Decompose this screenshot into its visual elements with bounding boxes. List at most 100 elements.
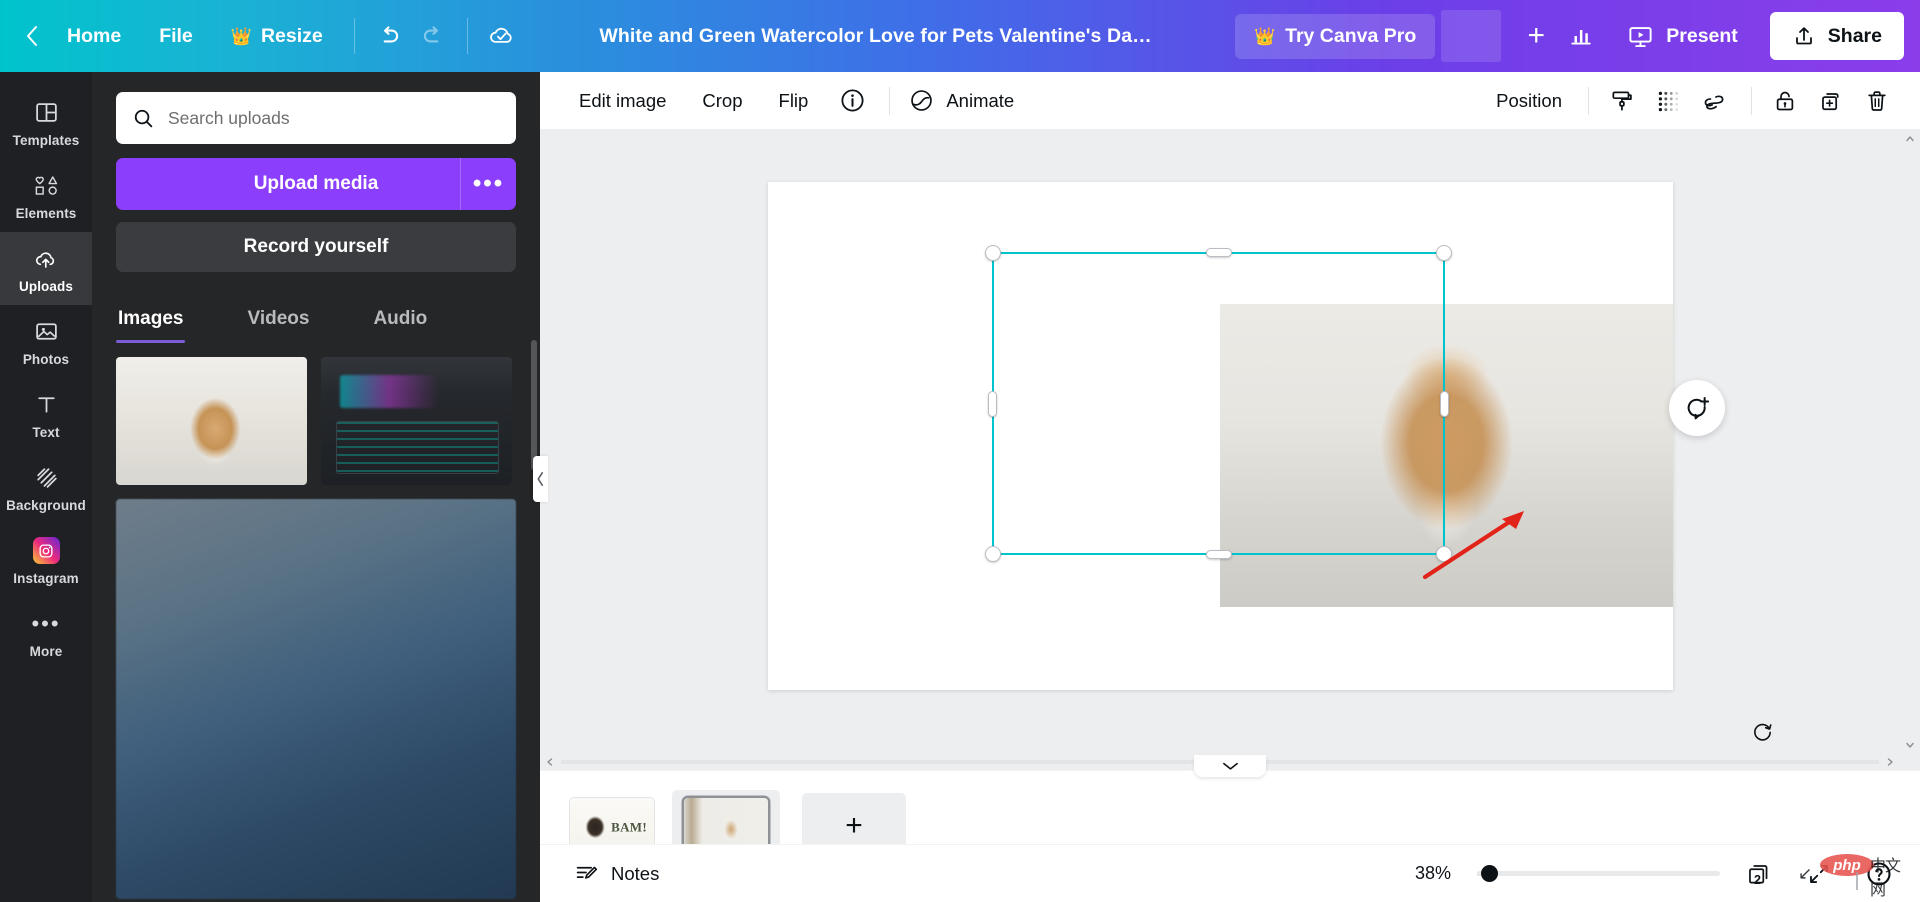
sidebar-item-text[interactable]: Text	[0, 378, 92, 451]
sidebar-item-photos[interactable]: Photos	[0, 305, 92, 378]
upload-options-button[interactable]: •••	[460, 158, 516, 210]
cloud-saved-status[interactable]	[480, 14, 524, 58]
back-button[interactable]	[14, 0, 48, 72]
collapse-panel-button[interactable]	[533, 456, 548, 502]
scroll-up-icon	[1905, 134, 1915, 144]
image-info-button[interactable]	[831, 80, 873, 122]
file-label: File	[159, 25, 193, 48]
help-question-icon	[1865, 860, 1893, 888]
edit-image-button[interactable]: Edit image	[566, 81, 679, 121]
canvas-viewport[interactable]	[540, 130, 1920, 770]
trash-icon	[1864, 88, 1890, 114]
insights-button[interactable]	[1559, 14, 1603, 58]
duplicate-button[interactable]	[1810, 80, 1852, 122]
add-comment-icon	[1683, 394, 1712, 423]
resize-button[interactable]: 👑 Resize	[216, 16, 338, 57]
notes-pencil-icon	[574, 861, 599, 886]
document-title[interactable]: White and Green Watercolor Love for Pets…	[524, 25, 1235, 48]
avatar-placeholder	[1441, 10, 1501, 62]
paint-roller-icon	[1609, 88, 1635, 114]
search-uploads-box[interactable]	[116, 92, 516, 144]
element-toolbar-divider-2	[1588, 87, 1589, 115]
share-button[interactable]: Share	[1770, 12, 1904, 60]
try-canva-pro-button[interactable]: 👑 Try Canva Pro	[1235, 14, 1435, 59]
present-button[interactable]: Present	[1609, 12, 1756, 61]
tab-label: Images	[118, 308, 183, 329]
resize-handle-bottom-left[interactable]	[985, 546, 1001, 562]
chevron-down-icon	[1222, 761, 1239, 771]
canvas-vertical-scrollbar[interactable]	[1900, 130, 1920, 754]
info-circle-icon	[839, 87, 866, 114]
zoom-slider[interactable]	[1477, 865, 1720, 883]
resize-label: Resize	[261, 25, 323, 48]
sidebar-item-label: Uploads	[19, 279, 73, 294]
resize-handle-right[interactable]	[1440, 391, 1449, 417]
fullscreen-button[interactable]	[1798, 853, 1840, 895]
sidebar-item-background[interactable]: Background	[0, 451, 92, 524]
notes-label: Notes	[611, 863, 659, 885]
animate-button[interactable]: Animate	[902, 78, 1027, 123]
sidebar-item-label: Elements	[16, 206, 77, 221]
search-input[interactable]	[168, 108, 500, 129]
tab-label: Audio	[373, 308, 427, 329]
delete-button[interactable]	[1856, 80, 1898, 122]
link-button[interactable]	[1693, 80, 1735, 122]
upload-media-label: Upload media	[254, 173, 379, 195]
uploads-tabs: Images Videos Audio	[116, 298, 516, 343]
sidebar-item-templates[interactable]: Templates	[0, 86, 92, 159]
transparency-button[interactable]	[1647, 80, 1689, 122]
position-button[interactable]: Position	[1482, 81, 1576, 121]
collapse-pages-strip-button[interactable]	[1194, 755, 1266, 777]
undo-button[interactable]	[367, 14, 411, 58]
pro-label: Try Canva Pro	[1285, 25, 1416, 48]
lock-button[interactable]	[1764, 80, 1806, 122]
sidebar-item-label: Background	[6, 498, 86, 513]
resize-handle-left[interactable]	[988, 391, 997, 417]
toolbar-divider-2	[467, 18, 468, 54]
tab-audio[interactable]: Audio	[371, 298, 429, 343]
page-manager-button[interactable]: 2	[1738, 853, 1780, 895]
upload-thumbnail-ui-screenshot[interactable]	[321, 357, 512, 485]
redo-icon	[420, 23, 446, 49]
scroll-left-icon	[545, 757, 555, 767]
element-toolbar-divider	[889, 87, 890, 115]
transparency-icon	[1655, 88, 1681, 114]
top-toolbar: Home File 👑 Resize	[0, 0, 1920, 72]
file-menu-button[interactable]: File	[144, 16, 208, 57]
notes-button[interactable]: Notes	[562, 853, 671, 894]
sidebar-item-instagram[interactable]: Instagram	[0, 524, 92, 597]
tab-images[interactable]: Images	[116, 298, 185, 343]
help-button[interactable]	[1858, 853, 1900, 895]
copy-style-button[interactable]	[1601, 80, 1643, 122]
crop-button[interactable]: Crop	[689, 81, 755, 121]
add-collaborator-button[interactable]: +	[1513, 13, 1559, 59]
resize-handle-top[interactable]	[1206, 248, 1232, 257]
duplicate-icon	[1818, 88, 1844, 114]
rotate-handle[interactable]	[1747, 717, 1777, 747]
home-button[interactable]: Home	[52, 16, 136, 57]
redo-button[interactable]	[411, 14, 455, 58]
sidebar-item-elements[interactable]: Elements	[0, 159, 92, 232]
zoom-slider-knob[interactable]	[1481, 865, 1498, 882]
resize-handle-bottom-right[interactable]	[1436, 546, 1452, 562]
uploads-panel-scrollbar[interactable]	[531, 340, 537, 470]
resize-handle-top-right[interactable]	[1436, 245, 1452, 261]
resize-handle-bottom[interactable]	[1206, 550, 1232, 559]
upload-thumbnail-dog[interactable]	[116, 357, 307, 485]
resize-handle-top-left[interactable]	[985, 245, 1001, 261]
chevron-left-icon	[24, 24, 39, 48]
bar-chart-icon	[1568, 23, 1594, 49]
crown-icon: 👑	[231, 28, 252, 45]
add-comment-button[interactable]	[1669, 380, 1725, 436]
upload-media-button[interactable]: Upload media •••	[116, 158, 516, 210]
design-page[interactable]	[768, 182, 1673, 690]
zoom-slider-track[interactable]	[1477, 871, 1720, 876]
upload-thumbnail-blue-gradient[interactable]	[116, 499, 516, 899]
record-yourself-button[interactable]: Record yourself	[116, 222, 516, 272]
flip-button[interactable]: Flip	[766, 81, 822, 121]
sidebar-item-more[interactable]: ••• More	[0, 597, 92, 670]
expand-fullscreen-icon	[1806, 861, 1832, 887]
sidebar-item-uploads[interactable]: Uploads	[0, 232, 92, 305]
tab-videos[interactable]: Videos	[245, 298, 311, 343]
document-title-text: White and Green Watercolor Love for Pets…	[599, 25, 1159, 48]
